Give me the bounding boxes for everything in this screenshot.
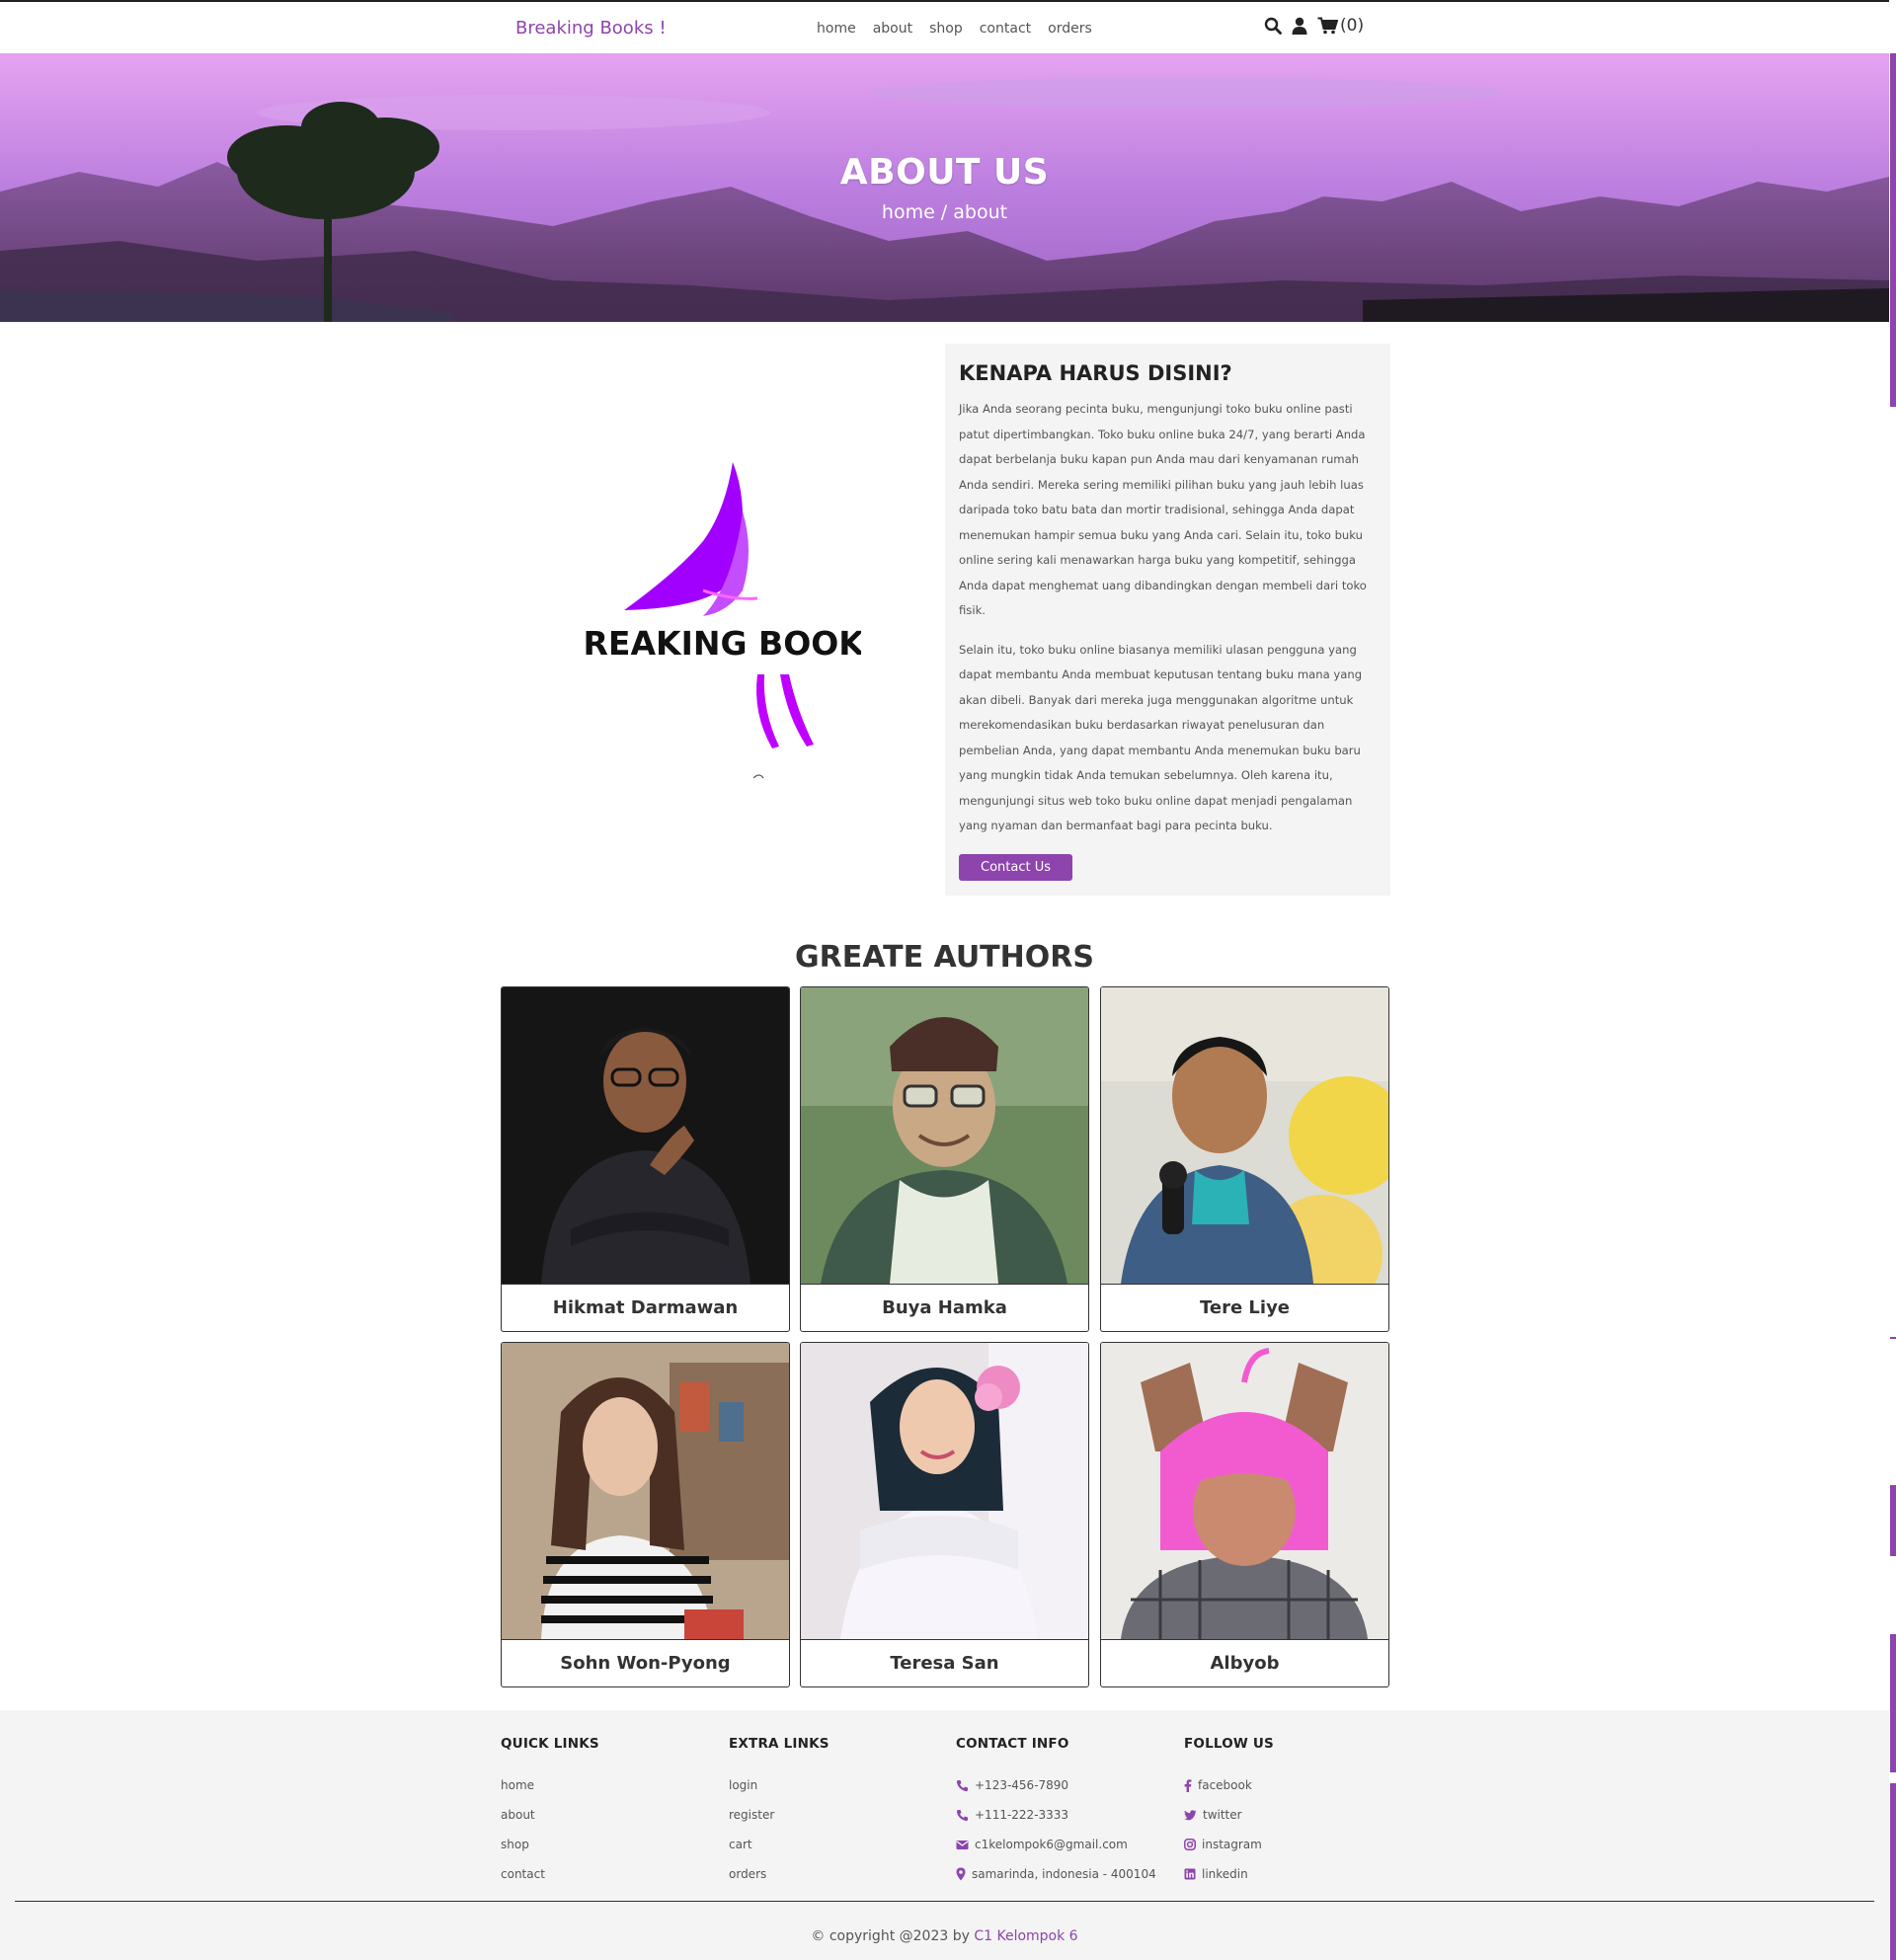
nav-shop[interactable]: shop xyxy=(929,21,963,37)
why-us-heading: KENAPA HARUS DISINI? xyxy=(959,361,1232,385)
authors-section-title: GREATE AUTHORS xyxy=(795,940,1094,975)
footer-extra-links: EXTRA LINKS login register cart orders xyxy=(729,1736,830,1889)
footer-linkedin-link[interactable]: linkedin xyxy=(1184,1859,1274,1889)
author-photo xyxy=(502,1343,789,1639)
footer-link-contact[interactable]: contact xyxy=(501,1859,599,1889)
author-name: Sohn Won-Pyong xyxy=(502,1639,789,1686)
scrollbar-marker xyxy=(1890,1634,1896,1772)
phone-icon xyxy=(956,1809,968,1821)
cart-count: (0) xyxy=(1340,16,1365,36)
scrollbar-marker xyxy=(1890,1485,1896,1556)
brand-logo-link[interactable]: Breaking Books ! xyxy=(515,18,667,39)
author-card: Buya Hamka xyxy=(800,986,1089,1332)
twitter-label: twitter xyxy=(1203,1808,1242,1822)
map-marker-icon xyxy=(956,1867,966,1881)
author-name: Tere Liye xyxy=(1101,1284,1388,1331)
scrollbar-marker xyxy=(1890,1337,1896,1339)
header-icons: (0) xyxy=(1264,16,1364,36)
twitter-icon xyxy=(1184,1809,1197,1820)
envelope-icon xyxy=(956,1840,969,1849)
scrollbar-thumb[interactable] xyxy=(1890,53,1896,407)
nav-about[interactable]: about xyxy=(873,21,912,37)
author-photo xyxy=(801,1343,1088,1639)
why-us-paragraph-2: Selain itu, toko buku online biasanya me… xyxy=(959,642,1363,833)
author-card: Hikmat Darmawan xyxy=(501,986,790,1332)
copyright-credit-link[interactable]: C1 Kelompok 6 xyxy=(974,1928,1077,1944)
footer-divider xyxy=(15,1901,1874,1902)
footer-link-home[interactable]: home xyxy=(501,1770,599,1800)
footer-quick-links: QUICK LINKS home about shop contact xyxy=(501,1736,599,1889)
author-photo xyxy=(801,987,1088,1284)
user-icon[interactable] xyxy=(1292,17,1307,35)
instagram-label: instagram xyxy=(1202,1838,1262,1851)
phone-2-text: +111-222-3333 xyxy=(975,1808,1069,1822)
footer-follow-us: FOLLOW US facebook twitter instagram lin… xyxy=(1184,1736,1274,1889)
contact-us-button[interactable]: Contact Us xyxy=(959,853,1072,881)
about-hero-banner: ABOUT US home / about xyxy=(0,53,1889,322)
cart-icon xyxy=(1317,17,1338,35)
footer-link-cart[interactable]: cart xyxy=(729,1830,830,1859)
why-us-paragraph-1: Jika Anda seorang pecinta buku, mengunju… xyxy=(959,402,1367,617)
footer-link-register[interactable]: register xyxy=(729,1800,830,1830)
nav-orders[interactable]: orders xyxy=(1048,21,1092,37)
phone-icon xyxy=(956,1779,968,1791)
footer-instagram-link[interactable]: instagram xyxy=(1184,1830,1274,1859)
linkedin-label: linkedin xyxy=(1202,1867,1248,1881)
footer-contact-info-title: CONTACT INFO xyxy=(956,1736,1069,1752)
footer-link-orders[interactable]: orders xyxy=(729,1859,830,1889)
author-name: Teresa San xyxy=(801,1639,1088,1686)
author-card: Sohn Won-Pyong xyxy=(501,1342,790,1687)
phone-1-text: +123-456-7890 xyxy=(975,1778,1069,1792)
site-footer: QUICK LINKS home about shop contact EXTR… xyxy=(0,1710,1889,1960)
facebook-label: facebook xyxy=(1198,1778,1252,1792)
footer-phone-1[interactable]: +123-456-7890 xyxy=(956,1770,1156,1800)
breaking-books-logo: BREAKING BOOKS xyxy=(558,452,888,808)
search-icon[interactable] xyxy=(1264,17,1282,35)
cart-button[interactable]: (0) xyxy=(1317,16,1364,36)
nav-home[interactable]: home xyxy=(817,21,856,37)
email-text: c1kelompok6@gmail.com xyxy=(975,1838,1128,1851)
why-us-panel: KENAPA HARUS DISINI? Jika Anda seorang p… xyxy=(945,344,1390,896)
author-name: Hikmat Darmawan xyxy=(502,1284,789,1331)
footer-link-login[interactable]: login xyxy=(729,1770,830,1800)
author-card: Tere Liye xyxy=(1100,986,1389,1332)
footer-quick-links-title: QUICK LINKS xyxy=(501,1736,599,1752)
address-text: samarinda, indonesia - 400104 xyxy=(972,1867,1156,1881)
linkedin-icon xyxy=(1184,1868,1196,1880)
site-header: Breaking Books ! home about shop contact… xyxy=(0,2,1889,53)
nav-contact[interactable]: contact xyxy=(980,21,1031,37)
author-photo xyxy=(1101,987,1388,1284)
footer-link-about[interactable]: about xyxy=(501,1800,599,1830)
author-name: Albyob xyxy=(1101,1639,1388,1686)
footer-twitter-link[interactable]: twitter xyxy=(1184,1800,1274,1830)
main-nav: home about shop contact orders xyxy=(817,21,1092,37)
copyright-text: © copyright @2023 by xyxy=(811,1928,970,1944)
author-photo xyxy=(1101,1343,1388,1639)
footer-email[interactable]: c1kelompok6@gmail.com xyxy=(956,1830,1156,1859)
footer-phone-2[interactable]: +111-222-3333 xyxy=(956,1800,1156,1830)
scrollbar-marker xyxy=(1890,1783,1896,1960)
author-card: Teresa San xyxy=(800,1342,1089,1687)
breadcrumb: home / about xyxy=(881,201,1008,223)
footer-contact-info: CONTACT INFO +123-456-7890 +111-222-3333… xyxy=(956,1736,1156,1889)
author-name: Buya Hamka xyxy=(801,1284,1088,1331)
facebook-icon xyxy=(1184,1778,1192,1792)
footer-extra-links-title: EXTRA LINKS xyxy=(729,1736,830,1752)
footer-address: samarinda, indonesia - 400104 xyxy=(956,1859,1156,1889)
footer-link-shop[interactable]: shop xyxy=(501,1830,599,1859)
hero-title: ABOUT US xyxy=(839,152,1050,193)
footer-follow-us-title: FOLLOW US xyxy=(1184,1736,1274,1752)
author-card: Albyob xyxy=(1100,1342,1389,1687)
copyright: © copyright @2023 by C1 Kelompok 6 xyxy=(0,1928,1889,1944)
author-photo xyxy=(502,987,789,1284)
logo-text: BREAKING BOOKS xyxy=(585,624,861,663)
footer-facebook-link[interactable]: facebook xyxy=(1184,1770,1274,1800)
instagram-icon xyxy=(1184,1839,1196,1850)
